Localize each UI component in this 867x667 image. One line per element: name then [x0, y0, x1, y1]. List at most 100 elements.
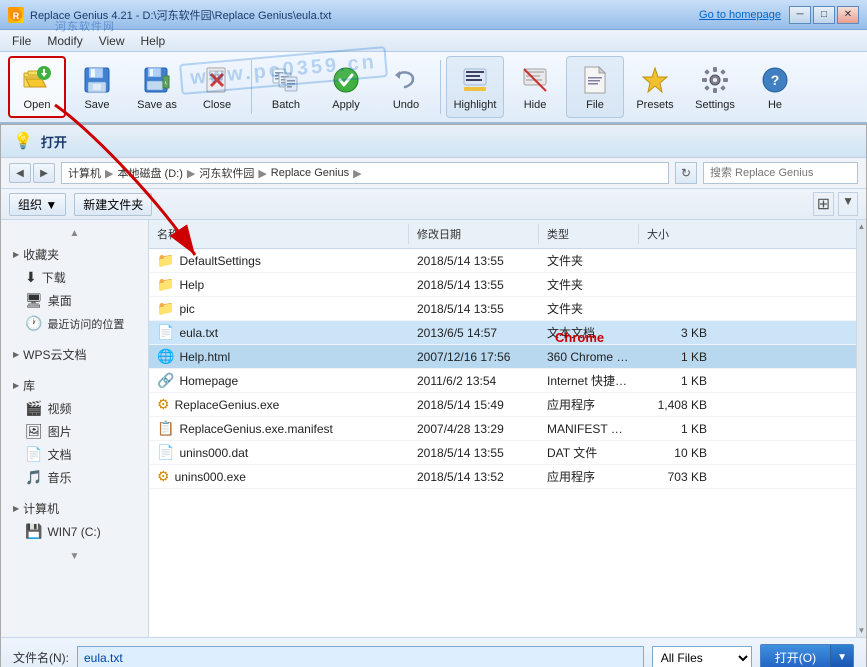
sidebar-section-wps: WPS云文档	[5, 343, 144, 366]
close-tool-label: Close	[203, 99, 231, 111]
address-bar: ◀ ▶ 计算机 ▶ 本地磁盘 (D:) ▶ 河东软件园 ▶ Replace Ge…	[1, 158, 866, 189]
batch-icon	[270, 64, 302, 96]
menu-file[interactable]: File	[4, 32, 39, 50]
file-row-eula[interactable]: 📄 eula.txt 2013/6/5 14:57 文本文档 3 KB	[149, 321, 856, 345]
apply-button[interactable]: Apply	[317, 56, 375, 118]
settings-button[interactable]: Settings	[686, 56, 744, 118]
open-button-group: 打开(O) ▼	[760, 644, 854, 667]
file-tool-button[interactable]: File	[566, 56, 624, 118]
refresh-button[interactable]: ↻	[675, 162, 697, 184]
search-input[interactable]	[703, 162, 858, 184]
sidebar-item-videos[interactable]: 🎬 视频	[5, 397, 144, 420]
svg-text:R: R	[13, 11, 20, 21]
col-header-type[interactable]: 类型	[539, 224, 639, 244]
url-icon-homepage: 🔗	[157, 372, 174, 389]
presets-button[interactable]: Presets	[626, 56, 684, 118]
hide-button[interactable]: Hide	[506, 56, 564, 118]
file-row-replacegenius-exe[interactable]: ⚙ ReplaceGenius.exe 2018/5/14 15:49 应用程序…	[149, 393, 856, 417]
file-row-unins000-dat[interactable]: 📄 unins000.dat 2018/5/14 13:55 DAT 文件 10…	[149, 441, 856, 465]
open-label: Open	[24, 99, 51, 111]
open-main-button[interactable]: 打开(O)	[761, 645, 830, 667]
scroll-down-btn[interactable]: ▼	[856, 624, 867, 637]
save-button[interactable]: Save	[68, 56, 126, 118]
col-header-name[interactable]: 名称 ▲	[149, 224, 409, 244]
path-item-folder2[interactable]: Replace Genius	[271, 167, 349, 179]
file-row-pic[interactable]: 📁 pic 2018/5/14 13:55 文件夹	[149, 297, 856, 321]
apply-label: Apply	[332, 99, 360, 111]
file-row-manifest[interactable]: 📋 ReplaceGenius.exe.manifest 2007/4/28 1…	[149, 417, 856, 441]
pictures-icon: 🖼	[25, 423, 43, 440]
maximize-button[interactable]: □	[813, 6, 835, 24]
file-row-help-folder[interactable]: 📁 Help 2018/5/14 13:55 文件夹	[149, 273, 856, 297]
filename-input[interactable]	[77, 646, 644, 667]
file-row-homepage[interactable]: 🔗 Homepage 2011/6/2 13:54 Internet 快捷方式 …	[149, 369, 856, 393]
dialog-title: 打开	[41, 132, 67, 151]
settings-label: Settings	[695, 99, 735, 111]
file-row-help-html[interactable]: 🌐 Help.html 2007/12/16 17:56 360 Chrome …	[149, 345, 856, 369]
manifest-icon: 📋	[157, 420, 174, 437]
folder-icon-help: 📁	[157, 276, 174, 293]
apply-icon	[330, 64, 362, 96]
undo-button[interactable]: Undo	[377, 56, 435, 118]
sidebar-wps-title[interactable]: WPS云文档	[5, 343, 144, 366]
open-arrow-button[interactable]: ▼	[830, 645, 853, 667]
path-item-computer[interactable]: 计算机	[68, 165, 101, 181]
scrollbar[interactable]: ▲ ▼	[856, 220, 866, 637]
sidebar-item-pictures[interactable]: 🖼 图片	[5, 420, 144, 443]
path-item-folder1[interactable]: 河东软件园	[199, 165, 254, 181]
exe-icon-unins: ⚙	[157, 468, 170, 485]
homepage-link[interactable]: Go to homepage	[699, 9, 781, 21]
scroll-up-btn[interactable]: ▲	[856, 220, 867, 233]
path-item-disk[interactable]: 本地磁盘 (D:)	[117, 165, 182, 181]
menu-modify[interactable]: Modify	[39, 32, 90, 50]
menu-help[interactable]: Help	[132, 32, 173, 50]
sidebar-item-downloads[interactable]: ⬇ 下载	[5, 266, 144, 289]
col-header-date[interactable]: 修改日期	[409, 224, 539, 244]
desktop-icon: 🖥	[25, 292, 43, 309]
save-as-button[interactable]: Save as	[128, 56, 186, 118]
batch-button[interactable]: Batch	[257, 56, 315, 118]
back-button[interactable]: ◀	[9, 163, 31, 183]
forward-button[interactable]: ▶	[33, 163, 55, 183]
view-icon-arrow[interactable]: ▼	[838, 192, 858, 216]
new-folder-button[interactable]: 新建文件夹	[74, 193, 152, 216]
sidebar-item-music[interactable]: 🎵 音乐	[5, 466, 144, 489]
open-button[interactable]: Open	[8, 56, 66, 118]
file-row-defaultsettings[interactable]: 📁 DefaultSettings 2018/5/14 13:55 文件夹	[149, 249, 856, 273]
batch-label: Batch	[272, 99, 300, 111]
sidebar-library-title[interactable]: 库	[5, 374, 144, 397]
sidebar-computer-title[interactable]: 计算机	[5, 497, 144, 520]
filename-label: 文件名(N):	[13, 649, 69, 666]
sidebar-item-documents[interactable]: 📄 文档	[5, 443, 144, 466]
he-button[interactable]: ? He	[746, 56, 804, 118]
col-header-size[interactable]: 大小	[639, 224, 719, 244]
folder-icon-defaultsettings: 📁	[157, 252, 174, 269]
scroll-down-sidebar[interactable]: ▼	[5, 551, 144, 562]
sidebar-item-win7[interactable]: 💾 WIN7 (C:)	[5, 520, 144, 543]
window-title: Replace Genius 4.21 - D:\河东软件园\Replace G…	[30, 7, 331, 23]
app-icon: R	[8, 7, 24, 23]
sidebar-item-recent[interactable]: 🕐 最近访问的位置	[5, 312, 144, 335]
file-row-unins000-exe[interactable]: ⚙ unins000.exe 2018/5/14 13:52 应用程序 703 …	[149, 465, 856, 489]
sidebar-favorites-title[interactable]: 收藏夹	[5, 243, 144, 266]
close-tool-icon	[201, 64, 233, 96]
menu-view[interactable]: View	[91, 32, 133, 50]
file-tool-label: File	[586, 99, 604, 111]
address-path[interactable]: 计算机 ▶ 本地磁盘 (D:) ▶ 河东软件园 ▶ Replace Genius…	[61, 162, 669, 184]
file-list-area: 名称 ▲ 修改日期 类型 大小 📁 DefaultSettings 2018/5…	[149, 220, 856, 637]
hide-label: Hide	[524, 99, 547, 111]
toolbar-sep-1	[251, 60, 252, 114]
minimize-button[interactable]: ─	[789, 6, 811, 24]
view-icon-list[interactable]: ⊞	[813, 192, 834, 216]
close-tool-button[interactable]: Close	[188, 56, 246, 118]
main-content-area: ▲ 收藏夹 ⬇ 下载 🖥 桌面 🕐 最近访问的位置	[1, 220, 866, 637]
dialog-header-icon: 💡	[13, 131, 33, 151]
sidebar-item-desktop[interactable]: 🖥 桌面	[5, 289, 144, 312]
settings-icon	[699, 64, 731, 96]
scroll-up[interactable]: ▲	[5, 228, 144, 239]
undo-label: Undo	[393, 99, 419, 111]
organize-button[interactable]: 组织 ▼	[9, 193, 66, 216]
close-window-button[interactable]: ✕	[837, 6, 859, 24]
filetype-select[interactable]: All Files Text Files HTML Files	[652, 646, 752, 667]
highlight-button[interactable]: Highlight	[446, 56, 504, 118]
